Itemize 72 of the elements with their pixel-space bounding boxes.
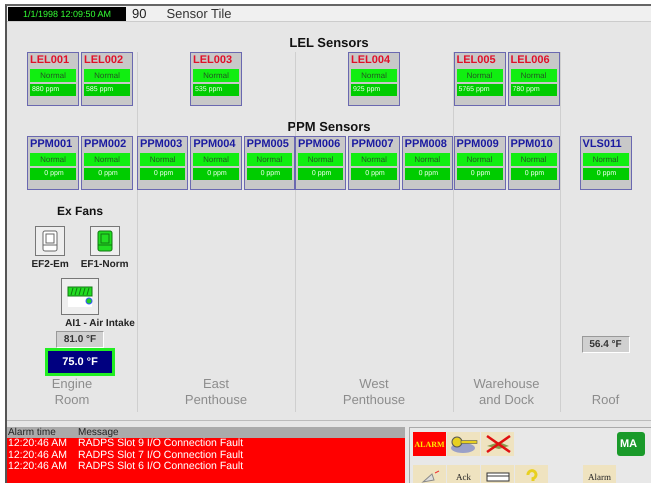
clock-display: 1/1/1998 12:09:50 AM [8, 6, 126, 20]
damper-icon [67, 286, 93, 308]
fan-button[interactable] [35, 226, 66, 256]
sensor-name: PPM003 [140, 138, 184, 151]
sensor-status: Normal [246, 153, 292, 166]
sensor-status: Normal [193, 69, 239, 82]
alarm-list-button[interactable]: Alarm [583, 465, 616, 483]
area-label: East Penthouse [184, 376, 248, 409]
intake-label: AI1 - Air Intake [65, 318, 135, 329]
alarm-time: 12:20:46 AM [7, 450, 68, 461]
sensor-status: Normal [510, 69, 556, 82]
alarm-time: 12:20:46 AM [7, 461, 68, 472]
sensor-status: Normal [84, 69, 130, 82]
sensor-name: PPM010 [510, 138, 554, 151]
air-intake-button[interactable] [61, 278, 99, 315]
sensor-status: Normal [30, 69, 76, 82]
sensor-name: PPM001 [30, 138, 74, 151]
sensor-name: PPM008 [404, 138, 448, 151]
alarm-message: RADPS Slot 9 I/O Connection Fault [78, 438, 244, 450]
sensor-name: LEL006 [510, 54, 551, 67]
sensor-name: PPM007 [351, 138, 395, 151]
help-icon [524, 469, 540, 483]
temperature-reading: 56.4 °F [582, 336, 630, 353]
sensor-name: PPM009 [456, 138, 500, 151]
temperature-reading: 81.0 °F [56, 331, 104, 348]
sensor-name: PPM002 [84, 138, 128, 151]
sensor-status: Normal [84, 153, 130, 166]
sensor-name: LEL005 [456, 54, 497, 67]
sensor-status: Normal [30, 153, 76, 166]
column-header: Message [78, 427, 119, 438]
fan-button[interactable] [90, 226, 120, 256]
horn-icon [420, 470, 440, 483]
sensor-status: Normal [298, 153, 344, 166]
sensor-status: Normal [456, 69, 502, 82]
toolbar-button[interactable] [481, 465, 514, 483]
sensor-name: VLS011 [582, 138, 623, 151]
sensor-status: Normal [456, 153, 502, 166]
section-title: LEL Sensors [288, 35, 370, 52]
area-label: Engine Room [50, 376, 94, 409]
column-header: Alarm time [7, 427, 57, 438]
alarm-message: RADPS Slot 7 I/O Connection Fault [78, 450, 244, 461]
fan-label: EF2-Em [31, 259, 69, 270]
temperature-setpoint[interactable]: 75.0 °F [45, 348, 115, 376]
sensor-status: Normal [193, 153, 239, 166]
alarm-message: RADPS Slot 6 I/O Connection Fault [78, 461, 244, 472]
group-title: Ex Fans [56, 204, 104, 218]
sensor-name: PPM006 [298, 138, 342, 151]
sensor-name: LEL002 [84, 54, 124, 67]
list-icon [486, 472, 510, 482]
map-button[interactable]: MA [617, 432, 645, 456]
fan-label: EF1-Norm [80, 259, 129, 270]
sensor-name: LEL004 [351, 54, 392, 67]
area-label: Roof [592, 392, 620, 409]
sensor-status: Normal [351, 153, 397, 166]
alarm-time: 12:20:46 AM [7, 438, 68, 450]
sensor-status: Normal [510, 153, 556, 166]
key-icon [448, 434, 478, 454]
sensor-name: PPM004 [193, 138, 237, 151]
sensor-name: PPM005 [246, 138, 290, 151]
sensor-name: LEL001 [30, 54, 70, 67]
section-title: PPM Sensors [286, 119, 372, 136]
area-label: Warehouse and Dock [472, 376, 540, 409]
sensor-name: LEL003 [193, 54, 234, 67]
sensor-status: Normal [140, 153, 186, 166]
ack-button[interactable]: Ack [447, 465, 480, 483]
screen-title: Sensor Tile [166, 6, 232, 21]
screen-number: 90 [132, 6, 146, 21]
sensor-status: Normal [351, 69, 397, 82]
sensor-status: Normal [582, 153, 628, 166]
toolbar-button[interactable] [447, 432, 480, 456]
area-label: West Penthouse [342, 376, 406, 409]
sensor-status: Normal [404, 153, 450, 166]
